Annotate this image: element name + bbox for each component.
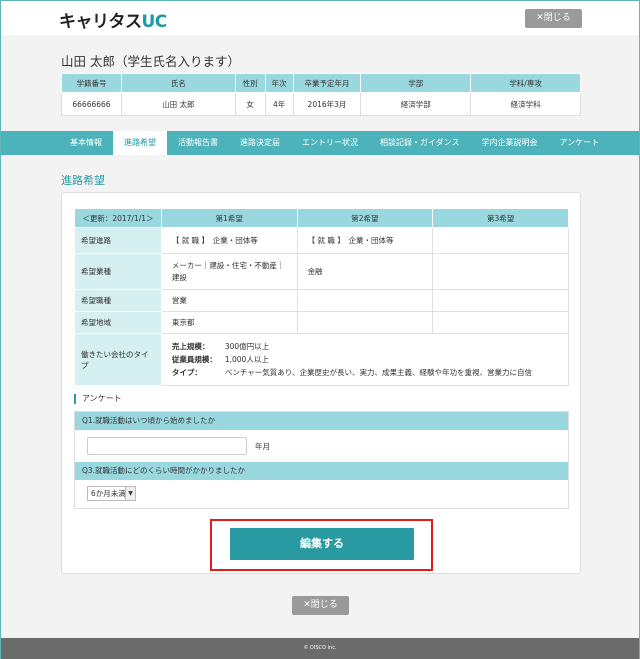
edit-highlight-box: 編集する: [210, 519, 433, 571]
tab-basic-info[interactable]: 基本情報: [59, 131, 113, 155]
company-type-details: 売上規模： 300億円以上 従業員規模： 1,000人以上 タイプ： ベンチャー気質あ…: [160, 333, 570, 386]
answer-3-row: 6か月未満 ▼: [75, 480, 568, 508]
job-second: [296, 289, 434, 312]
survey-box: Q1.就職活動はいつ頃から始めましたか 年月 Q3.就職活動にどのくらい時間がか…: [74, 411, 569, 509]
question-1: Q1.就職活動はいつ頃から始めましたか: [75, 412, 568, 430]
course-first: 【 就 職 】 企業・団体等: [160, 227, 298, 254]
sales-scale-key: 売上規模：: [171, 342, 210, 351]
header-third-choice: 第3希望: [432, 208, 569, 228]
tab-career-decision[interactable]: 進路決定届: [229, 131, 291, 155]
employee-scale-row: 従業員規模： 1,000人以上: [172, 353, 558, 366]
employee-scale-key: 従業員規模：: [171, 355, 217, 364]
company-type-key: タイプ：: [171, 368, 202, 377]
chevron-down-icon: ▼: [125, 487, 135, 500]
close-button-top[interactable]: ✕閉じる: [525, 9, 582, 28]
val-gender: 女: [234, 92, 266, 116]
val-grad: 2016年3月: [292, 92, 362, 116]
col-year: 年次: [264, 73, 294, 93]
row-label-course: 希望進路: [74, 227, 162, 254]
company-type-row: タイプ： ベンチャー気質あり、企業歴史が長い、実力、成果主義、経験や年功を重視、営…: [172, 366, 558, 379]
col-student-id: 学籍番号: [61, 73, 122, 93]
job-third: [432, 289, 569, 312]
q3-duration-select[interactable]: 6か月未満 ▼: [87, 486, 136, 501]
val-student-id: 66666666: [61, 92, 122, 116]
course-second: 【 就 職 】 企業・団体等: [296, 227, 434, 254]
row-label-company-type: 働きたい会社のタイプ: [74, 333, 162, 386]
sales-scale-value: 300億円以上: [224, 342, 270, 351]
header-first-choice: 第1希望: [160, 208, 298, 228]
industry-second: 金融: [296, 253, 434, 290]
student-name: 山田 太郎（学生氏名入ります）: [61, 54, 240, 69]
answer-1-row: 年月: [75, 430, 568, 462]
area-second: [296, 311, 434, 334]
sales-scale-row: 売上規模： 300億円以上: [172, 340, 558, 353]
preference-table: ＜更新：2017/1/1＞ 第1希望 第2希望 第3希望 希望進路 【 就 職 …: [74, 208, 570, 386]
row-label-area: 希望地域: [74, 311, 162, 334]
tab-consultation[interactable]: 相談記録・ガイダンス: [369, 131, 471, 155]
close-button-bottom[interactable]: ✕閉じる: [292, 596, 349, 615]
tab-activity-report[interactable]: 活動報告書: [167, 131, 229, 155]
col-grad: 卒業予定年月: [292, 73, 362, 93]
question-3: Q3.就職活動にどのくらい時間がかかりましたか: [75, 462, 568, 480]
q1-answer-input[interactable]: [87, 437, 247, 455]
val-faculty: 経済学部: [360, 92, 472, 116]
area-third: [432, 311, 569, 334]
val-year: 4年: [264, 92, 294, 116]
footer-copyright: © DISCO Inc.: [1, 638, 639, 659]
tab-career-preference[interactable]: 進路希望: [113, 131, 167, 155]
q3-selected-value: 6か月未満: [91, 489, 126, 498]
top-bar: キャリタスUC ✕閉じる: [1, 1, 639, 35]
industry-first: メーカー｜建設・住宅・不動産｜建設: [160, 253, 298, 290]
col-gender: 性別: [234, 73, 266, 93]
val-name: 山田 太郎: [120, 92, 236, 116]
company-type-value: ベンチャー気質あり、企業歴史が長い、実力、成果主義、経験や年功を重視、営業力に自…: [224, 368, 532, 377]
tab-bar: 基本情報 進路希望 活動報告書 進路決定届 エントリー状況 相談記録・ガイダンス…: [1, 131, 639, 155]
row-label-job: 希望職種: [74, 289, 162, 312]
career-panel: ＜更新：2017/1/1＞ 第1希望 第2希望 第3希望 希望進路 【 就 職 …: [61, 192, 581, 574]
area-first: 東京都: [160, 311, 298, 334]
logo: キャリタスUC: [59, 7, 167, 32]
col-name: 氏名: [120, 73, 236, 93]
employee-scale-value: 1,000人以上: [224, 355, 269, 364]
industry-third: [432, 253, 569, 290]
course-third: [432, 227, 569, 254]
col-faculty: 学部: [360, 73, 472, 93]
updated-date: ＜更新：2017/1/1＞: [74, 208, 162, 228]
tab-survey[interactable]: アンケート: [549, 131, 611, 155]
job-first: 営業: [160, 289, 298, 312]
survey-title: アンケート: [74, 394, 122, 404]
row-label-industry: 希望業種: [74, 253, 162, 290]
col-dept: 学科/専攻: [470, 73, 581, 93]
tab-entry-status[interactable]: エントリー状況: [291, 131, 369, 155]
tab-company-seminar[interactable]: 学内企業説明会: [471, 131, 549, 155]
header-second-choice: 第2希望: [296, 208, 434, 228]
logo-uc: UC: [141, 12, 168, 32]
student-info-table: 学籍番号 氏名 性別 年次 卒業予定年月 学部 学科/専攻 66666666 山…: [61, 73, 581, 116]
val-dept: 経済学科: [470, 92, 581, 116]
section-title: 進路希望: [61, 174, 105, 187]
page-frame: キャリタスUC ✕閉じる 山田 太郎（学生氏名入ります） 学籍番号 氏名 性別 …: [0, 0, 640, 659]
q1-unit-label: 年月: [255, 442, 270, 451]
logo-main: キャリタス: [59, 12, 142, 32]
edit-button[interactable]: 編集する: [230, 528, 414, 560]
